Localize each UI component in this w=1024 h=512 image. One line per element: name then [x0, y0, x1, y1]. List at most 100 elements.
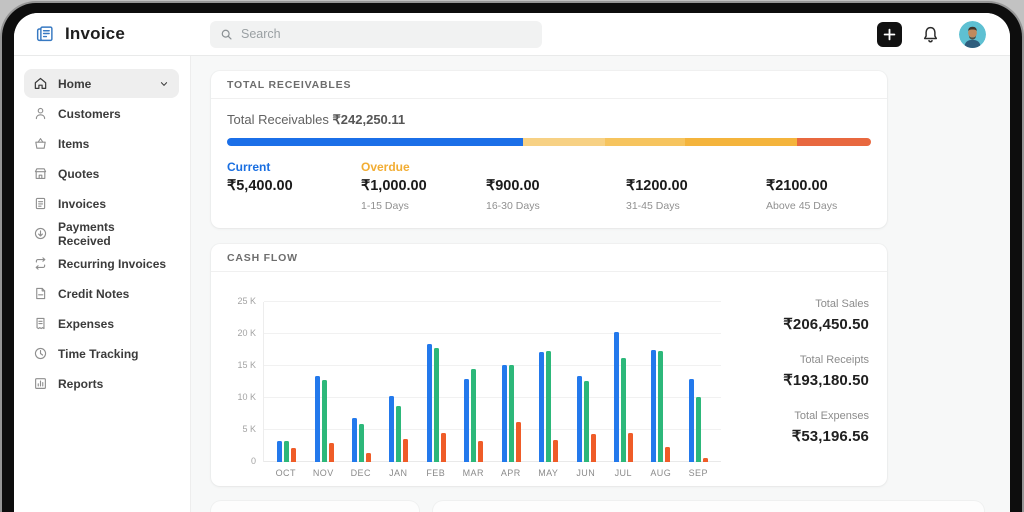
aging-label: Current [227, 160, 361, 175]
sidebar-item-customers[interactable]: Customers [24, 99, 179, 128]
x-axis-label: NOV [305, 468, 343, 478]
aging-days-range: Above 45 Days [766, 200, 871, 212]
bar-sales-sep [689, 379, 694, 462]
bar-group-nov [305, 302, 342, 462]
receivables-progress-bar [227, 138, 871, 146]
search-input[interactable] [241, 27, 532, 41]
cash-flow-stats: Total Sales ₹206,450.50 Total Receipts ₹193… [729, 282, 879, 478]
progress-segment-overdue-31-45 [685, 138, 797, 146]
bar-group-sep [680, 302, 717, 462]
sidebar-item-payments-received[interactable]: Payments Received [24, 219, 179, 248]
bar-sales-apr [502, 365, 507, 462]
cash-flow-body: 05 K10 K15 K20 K25 K OCTNOVDECJANFEBMARA… [211, 272, 887, 486]
progress-segment-overdue-1-15 [523, 138, 605, 146]
notifications-bell-icon[interactable] [921, 25, 940, 44]
search-icon [220, 28, 233, 41]
total-receivables-card: TOTAL RECEIVABLES Total Receivables ₹242… [211, 71, 887, 228]
sidebar-item-quotes[interactable]: Quotes [24, 159, 179, 188]
bar-group-jun [567, 302, 604, 462]
aging-column: ₹1200.0031-45 Days [626, 160, 766, 212]
x-axis-label: JUL [605, 468, 643, 478]
bar-receipts-sep [696, 397, 701, 462]
sidebar-item-reports[interactable]: Reports [24, 369, 179, 398]
y-axis-tick: 25 K [224, 296, 256, 306]
bar-group-apr [493, 302, 530, 462]
stat-label: Total Sales [729, 298, 869, 310]
progress-segment-overdue-above-45 [797, 138, 871, 146]
bar-expenses-may [553, 440, 558, 462]
aging-days-range: 31-45 Days [626, 200, 766, 212]
bar-expenses-dec [366, 453, 371, 462]
aging-days-range [227, 200, 361, 212]
cash-flow-x-axis: OCTNOVDECJANFEBMARAPRMAYJUNJULAUGSEP [263, 468, 721, 478]
bar-sales-may [539, 352, 544, 462]
x-axis-label: MAY [530, 468, 568, 478]
app-title: Invoice [65, 24, 125, 44]
bar-expenses-jul [628, 433, 633, 462]
device-frame: Invoice [2, 3, 1022, 512]
sidebar-item-items[interactable]: Items [24, 129, 179, 158]
stat-value: ₹206,450.50 [729, 315, 869, 333]
stat-label: Total Expenses [729, 410, 869, 422]
stat-total-expenses: Total Expenses₹53,196.56 [729, 410, 869, 445]
aging-label: Overdue [361, 160, 486, 175]
bar-receipts-nov [322, 380, 327, 462]
x-axis-label: JAN [380, 468, 418, 478]
sidebar-item-label: Reports [58, 377, 103, 391]
sidebar-item-label: Recurring Invoices [58, 257, 166, 271]
x-axis-label: MAR [455, 468, 493, 478]
bar-sales-jan [389, 396, 394, 462]
progress-segment-current [227, 138, 523, 146]
aging-column: Overdue₹1,000.001-15 Days [361, 160, 486, 212]
bar-expenses-aug [665, 447, 670, 462]
stat-value: ₹193,180.50 [729, 371, 869, 389]
bar-receipts-aug [658, 351, 663, 462]
add-new-button[interactable] [877, 22, 902, 47]
aging-label [766, 160, 871, 175]
sidebar-nav: Home Customers Items Quotes InvoicesPayments… [14, 56, 191, 512]
sidebar-item-label: Quotes [58, 167, 99, 181]
y-axis-tick: 0 [224, 456, 256, 466]
bar-receipts-apr [509, 365, 514, 462]
credit-notes-icon [33, 286, 48, 301]
home-icon [33, 76, 48, 91]
aging-label [626, 160, 766, 175]
sidebar-item-recurring-invoices[interactable]: Recurring Invoices [24, 249, 179, 278]
sidebar-item-label: Items [58, 137, 89, 151]
bar-sales-feb [427, 344, 432, 462]
bar-expenses-apr [516, 422, 521, 462]
time-tracking-clock-icon [33, 346, 48, 361]
stat-label: Total Receipts [729, 354, 869, 366]
bar-receipts-feb [434, 348, 439, 462]
x-axis-label: APR [492, 468, 530, 478]
sidebar-item-label: Home [58, 77, 91, 91]
aging-days-range: 16-30 Days [486, 200, 626, 212]
sidebar-item-invoices[interactable]: Invoices [24, 189, 179, 218]
bar-expenses-nov [329, 443, 334, 462]
stat-total-receipts: Total Receipts ₹193,180.50 [729, 354, 869, 389]
sidebar-item-home[interactable]: Home [24, 69, 179, 98]
sidebar-item-expenses[interactable]: Expenses [24, 309, 179, 338]
bar-receipts-jan [396, 406, 401, 462]
sidebar-item-time-tracking[interactable]: Time Tracking [24, 339, 179, 368]
customers-icon [33, 106, 48, 121]
bar-group-jul [605, 302, 642, 462]
bar-receipts-jun [584, 381, 589, 462]
progress-segment-overdue-16-30 [605, 138, 685, 146]
user-avatar[interactable] [959, 21, 986, 48]
recurring-invoices-icon [33, 256, 48, 271]
y-axis-tick: 20 K [224, 328, 256, 338]
receivables-summary: Total Receivables ₹242,250.11 [227, 112, 871, 128]
aging-amount: ₹900.00 [486, 178, 626, 194]
invoices-document-icon [33, 196, 48, 211]
items-basket-icon [33, 136, 48, 151]
cash-flow-title: CASH FLOW [211, 244, 887, 272]
bar-receipts-dec [359, 424, 364, 462]
bar-expenses-jun [591, 434, 596, 462]
search-box[interactable] [210, 21, 542, 48]
sidebar-item-credit-notes[interactable]: Credit Notes [24, 279, 179, 308]
aging-column: Current₹5,400.00 [227, 160, 361, 212]
y-axis-tick: 10 K [224, 392, 256, 402]
partial-card-right [433, 501, 984, 512]
aging-column: ₹900.00 16-30 Days [486, 160, 626, 212]
